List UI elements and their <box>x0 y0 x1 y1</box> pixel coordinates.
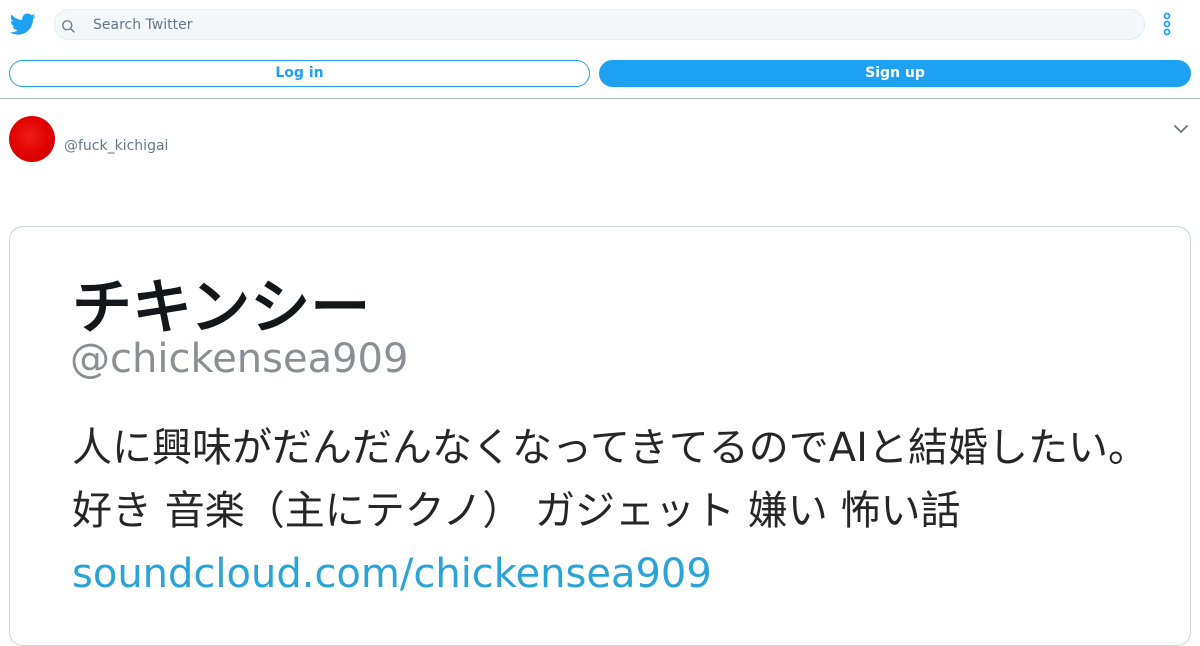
search-input[interactable] <box>93 10 1133 39</box>
more-vertical-icon[interactable] <box>1158 12 1176 36</box>
signup-button[interactable]: Sign up <box>599 60 1191 87</box>
twitter-bird-icon[interactable] <box>10 11 36 37</box>
media-handle: @chickensea909 <box>70 336 409 382</box>
chevron-down-icon[interactable] <box>1173 122 1189 136</box>
media-bio: 人に興味がだんだんなくなってきてるのでAIと結婚したい。 好き 音楽（主にテクノ… <box>72 417 1152 606</box>
search-bar <box>54 9 1145 40</box>
top-navigation-bar <box>0 0 1200 48</box>
media-display-name: チキンシー <box>72 273 371 343</box>
media-bio-link: soundcloud.com/chickensea909 <box>72 551 712 597</box>
tweet-media-image[interactable]: チキンシー @chickensea909 人に興味がだんだんなくなってきてるので… <box>9 226 1191 646</box>
header-divider <box>0 98 1200 99</box>
search-icon <box>62 20 75 33</box>
media-bio-text: 人に興味がだんだんなくなってきてるのでAIと結婚したい。 好き 音楽（主にテクノ… <box>72 425 1148 534</box>
login-button[interactable]: Log in <box>9 60 590 87</box>
avatar[interactable] <box>9 116 55 162</box>
tweet-author-handle[interactable]: @fuck_kichigai <box>64 138 168 154</box>
